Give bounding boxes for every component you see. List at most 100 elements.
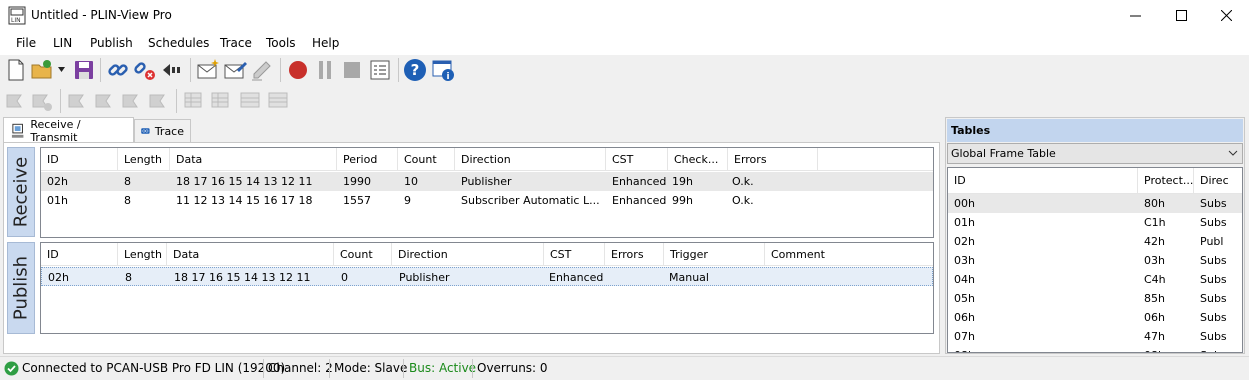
menu-publish[interactable]: Publish — [90, 36, 133, 50]
cell-direction: Subs — [1200, 273, 1227, 286]
column-header-checksum[interactable]: Check... — [668, 148, 728, 171]
column-header-id[interactable]: ID — [41, 148, 118, 171]
column-header-data[interactable]: Data — [170, 148, 337, 171]
column-header-count[interactable]: Count — [334, 243, 392, 266]
table-row[interactable]: 03h 03h Subs — [948, 251, 1242, 270]
cell-id: 04h — [954, 273, 975, 286]
column-header-direction[interactable]: Direction — [455, 148, 606, 171]
frame-table[interactable]: ID Protect... Direc 00h 80h Subs 01h C1h Subs… — [947, 167, 1243, 353]
trace-icon — [141, 128, 150, 134]
schedule-step2-icon[interactable] — [93, 89, 117, 113]
trace-settings-icon[interactable] — [368, 58, 392, 82]
table-row[interactable]: 05h 85h Subs — [948, 289, 1242, 308]
table-down-icon[interactable] — [266, 89, 290, 113]
column-header-errors[interactable]: Errors — [728, 148, 818, 171]
toolbar-separator — [176, 89, 177, 113]
connect-icon[interactable] — [106, 58, 130, 82]
table-row[interactable]: 01h 8 11 12 13 14 15 16 17 18 1557 9 Sub… — [41, 191, 933, 210]
schedule-step3-icon[interactable] — [120, 89, 144, 113]
cell-direction: Publisher — [399, 271, 450, 284]
schedule-step4-icon[interactable] — [147, 89, 171, 113]
edit-message-icon[interactable] — [223, 58, 247, 82]
menu-trace[interactable]: Trace — [220, 36, 252, 50]
reset-icon[interactable] — [160, 58, 184, 82]
schedule-step-icon[interactable] — [66, 89, 90, 113]
tables-panel: Tables Global Frame Table ID Protect... … — [945, 117, 1245, 354]
open-folder-icon[interactable] — [30, 58, 54, 82]
tab-receive-transmit[interactable]: Receive / Transmit — [3, 117, 134, 144]
column-header-trigger[interactable]: Trigger — [664, 243, 765, 266]
dropdown-arrow-icon[interactable] — [58, 67, 65, 73]
save-icon[interactable] — [72, 58, 96, 82]
record-icon[interactable] — [286, 58, 310, 82]
cell-direction: Subs — [1194, 346, 1227, 352]
table-row[interactable]: 04h C4h Subs — [948, 270, 1242, 289]
column-header-direction[interactable]: Direction — [392, 243, 544, 266]
minimize-button[interactable] — [1112, 0, 1158, 31]
window-title: Untitled - PLIN-View Pro — [31, 8, 172, 22]
new-message-icon[interactable] — [196, 58, 220, 82]
menu-file[interactable]: File — [16, 36, 36, 50]
schedule-start-icon[interactable] — [4, 89, 28, 113]
pause-icon[interactable] — [313, 58, 337, 82]
menu-schedules[interactable]: Schedules — [148, 36, 209, 50]
table-row[interactable]: 08h 08h Subs — [948, 346, 1242, 352]
column-header-count[interactable]: Count — [398, 148, 455, 171]
column-header-errors[interactable]: Errors — [605, 243, 664, 266]
maximize-button[interactable] — [1158, 0, 1204, 31]
column-header-protected-id[interactable]: Protect... — [1138, 168, 1194, 194]
cell-protected-id: 47h — [1144, 330, 1165, 343]
cell-id: 05h — [954, 292, 975, 305]
table-row[interactable]: 02h 8 18 17 16 15 14 13 12 11 1990 10 Pu… — [41, 172, 933, 191]
column-header-length[interactable]: Length — [118, 148, 170, 171]
column-header-cst[interactable]: CST — [606, 148, 668, 171]
schedule-stop-icon[interactable] — [30, 89, 54, 113]
cell-cst: Enhanced — [612, 194, 667, 207]
menu-help[interactable]: Help — [312, 36, 339, 50]
cell-length: 8 — [124, 194, 131, 207]
column-header-id[interactable]: ID — [41, 243, 118, 266]
table-select-dropdown[interactable]: Global Frame Table — [947, 143, 1243, 164]
maximize-icon — [1175, 10, 1187, 21]
table-row[interactable]: 02h 42h Publ — [948, 232, 1242, 251]
status-overruns: Overruns: 0 — [477, 361, 548, 375]
cell-id: 07h — [954, 330, 975, 343]
status-mode: Mode: Slave — [334, 361, 408, 375]
table-row[interactable]: 02h 8 18 17 16 15 14 13 12 11 0 Publishe… — [41, 267, 933, 286]
disconnect-icon[interactable] — [133, 58, 157, 82]
menu-tools[interactable]: Tools — [266, 36, 296, 50]
help-icon[interactable]: ? — [403, 58, 427, 82]
column-header-comment[interactable]: Comment — [765, 243, 933, 266]
application-window: LIN Untitled - PLIN-View Pro File LIN Pu… — [0, 0, 1249, 380]
tab-trace[interactable]: Trace — [134, 119, 191, 142]
column-header-length[interactable]: Length — [118, 243, 167, 266]
cell-checksum: 19h — [672, 175, 693, 188]
toolbar-separator — [60, 89, 61, 113]
column-header-cst[interactable]: CST — [544, 243, 605, 266]
table-remove-icon[interactable] — [209, 89, 233, 113]
publish-table[interactable]: ID Length Data Count Direction CST Error… — [40, 242, 934, 334]
table-add-icon[interactable] — [182, 89, 206, 113]
column-header-period[interactable]: Period — [337, 148, 398, 171]
column-header-data[interactable]: Data — [167, 243, 334, 266]
table-row[interactable]: 00h 80h Subs — [948, 194, 1242, 213]
about-icon[interactable]: i — [431, 58, 455, 82]
send-message-icon[interactable] — [250, 58, 274, 82]
tables-panel-title: Tables — [947, 119, 1243, 142]
stop-icon[interactable] — [340, 58, 364, 82]
table-row[interactable]: 07h 47h Subs — [948, 327, 1242, 346]
close-button[interactable] — [1203, 0, 1249, 31]
status-separator — [263, 359, 264, 378]
table-row[interactable]: 01h C1h Subs — [948, 213, 1242, 232]
menu-lin[interactable]: LIN — [53, 36, 72, 50]
column-header-direction[interactable]: Direc — [1194, 168, 1242, 194]
svg-text:LIN: LIN — [11, 17, 21, 24]
table-up-icon[interactable] — [238, 89, 262, 113]
status-separator — [403, 359, 404, 378]
receive-table[interactable]: ID Length Data Period Count Direction CS… — [40, 147, 934, 238]
cell-count: 0 — [341, 271, 348, 284]
table-row[interactable]: 06h 06h Subs — [948, 308, 1242, 327]
new-file-icon[interactable] — [4, 58, 28, 82]
close-icon — [1220, 10, 1232, 21]
column-header-id[interactable]: ID — [948, 168, 1138, 194]
